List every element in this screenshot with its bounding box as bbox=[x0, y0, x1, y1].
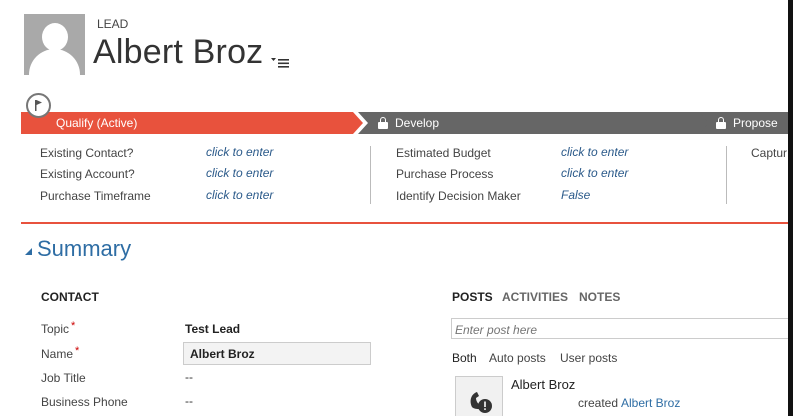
form-label-job-title: Job Title bbox=[41, 371, 86, 385]
post-avatar bbox=[455, 376, 503, 416]
entity-type-label: LEAD bbox=[97, 17, 129, 31]
stage-develop-label: Develop bbox=[395, 116, 440, 130]
avatar-head bbox=[42, 23, 68, 51]
avatar-body bbox=[29, 49, 80, 75]
stage-qualify[interactable]: Qualify (Active) bbox=[21, 112, 363, 134]
form-label-business-phone: Business Phone bbox=[41, 395, 128, 409]
tab-posts[interactable]: POSTS bbox=[452, 290, 493, 304]
field-label-existing-contact: Existing Contact? bbox=[40, 146, 134, 160]
field-value-purchase-timeframe[interactable]: click to enter bbox=[206, 188, 273, 202]
required-marker: * bbox=[75, 345, 80, 357]
required-marker: * bbox=[71, 320, 76, 332]
post-action: created bbox=[578, 396, 619, 410]
collapse-triangle-icon[interactable] bbox=[24, 244, 34, 255]
form-value-business-phone[interactable]: -- bbox=[185, 394, 193, 408]
field-label-estimated-budget: Estimated Budget bbox=[396, 146, 491, 160]
column-divider bbox=[726, 146, 727, 204]
record-name: Albert Broz bbox=[93, 33, 264, 71]
post-target-link[interactable]: Albert Broz bbox=[621, 396, 680, 410]
stage-qualify-label: Qualify (Active) bbox=[56, 116, 138, 130]
form-value-topic[interactable]: Test Lead bbox=[185, 322, 240, 336]
field-label-capture: Captur bbox=[751, 146, 788, 160]
stage-propose[interactable]: Propose bbox=[699, 112, 788, 134]
filter-user-posts[interactable]: User posts bbox=[560, 351, 617, 365]
field-value-purchase-process[interactable]: click to enter bbox=[561, 166, 628, 180]
tab-notes[interactable]: NOTES bbox=[579, 290, 620, 304]
field-label-purchase-timeframe: Purchase Timeframe bbox=[40, 189, 151, 203]
lead-avatar[interactable] bbox=[24, 14, 85, 75]
post-author[interactable]: Albert Broz bbox=[511, 377, 575, 392]
contact-section-heading: CONTACT bbox=[41, 290, 99, 304]
field-label-purchase-process: Purchase Process bbox=[396, 167, 494, 181]
form-label-name: Name * bbox=[41, 345, 80, 361]
phone-alert-icon bbox=[470, 392, 492, 413]
name-field[interactable]: Albert Broz bbox=[183, 342, 371, 365]
form-label-topic-text: Topic bbox=[41, 322, 70, 336]
stage-propose-label: Propose bbox=[733, 116, 778, 130]
window-edge bbox=[788, 0, 793, 416]
filter-auto-posts[interactable]: Auto posts bbox=[489, 351, 546, 365]
record-menu-icon[interactable] bbox=[271, 55, 289, 69]
form-label-name-text: Name bbox=[41, 347, 74, 361]
process-separator bbox=[21, 222, 788, 224]
field-value-existing-account[interactable]: click to enter bbox=[206, 166, 273, 180]
summary-section-title[interactable]: Summary bbox=[37, 236, 131, 262]
tab-activities[interactable]: ACTIVITIES bbox=[502, 290, 568, 304]
stage-develop[interactable]: Develop bbox=[358, 112, 711, 134]
column-divider bbox=[370, 146, 371, 204]
form-value-job-title[interactable]: -- bbox=[185, 370, 193, 384]
field-value-existing-contact[interactable]: click to enter bbox=[206, 145, 273, 159]
post-input[interactable] bbox=[451, 318, 788, 339]
process-stage-bar: Qualify (Active) Develop Propose bbox=[21, 112, 788, 134]
field-value-estimated-budget[interactable]: click to enter bbox=[561, 145, 628, 159]
filter-both[interactable]: Both bbox=[452, 351, 477, 365]
field-value-identify-decision-maker[interactable]: False bbox=[561, 188, 590, 202]
field-label-existing-account: Existing Account? bbox=[40, 167, 135, 181]
form-label-topic: Topic * bbox=[41, 320, 76, 336]
lock-icon bbox=[378, 117, 388, 129]
field-label-identify-decision-maker: Identify Decision Maker bbox=[396, 189, 521, 203]
lock-icon bbox=[716, 117, 726, 129]
process-flag-icon[interactable] bbox=[26, 93, 51, 118]
